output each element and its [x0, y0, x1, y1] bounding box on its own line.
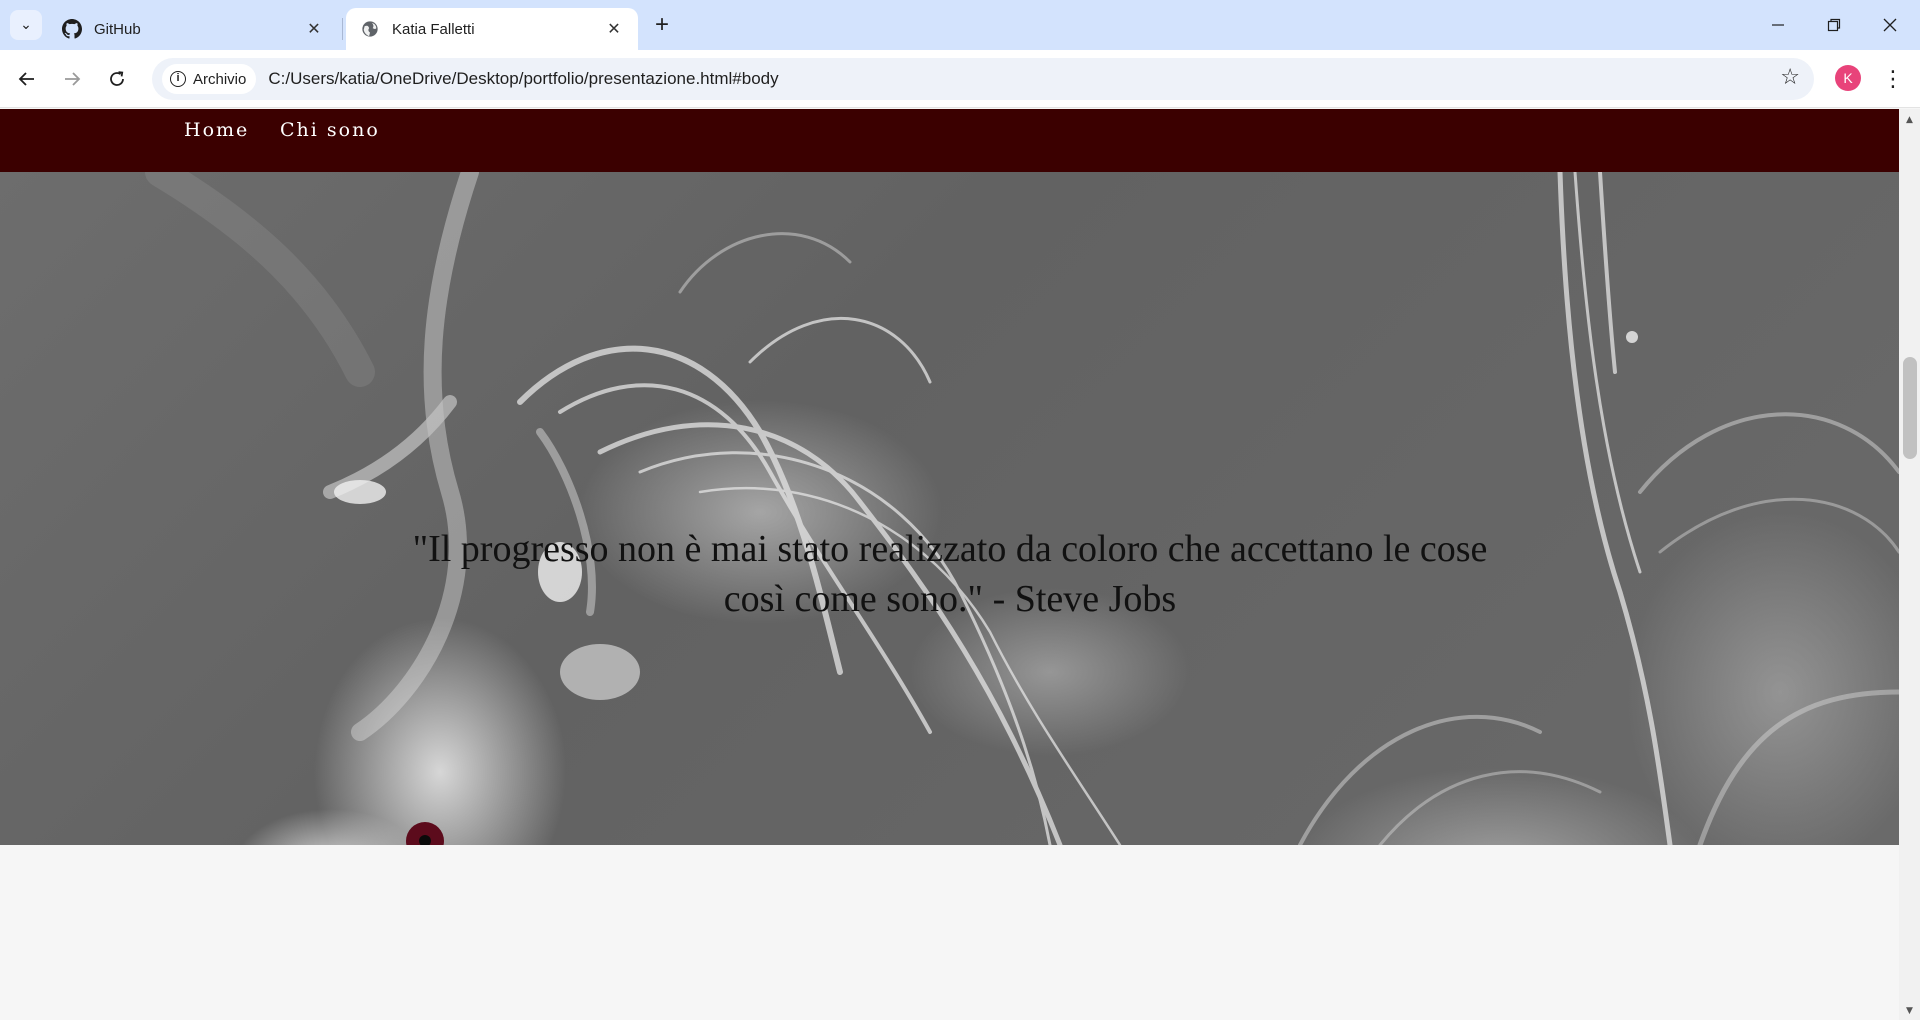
tab-github[interactable]: GitHub ✕: [48, 8, 338, 50]
bookmark-star-icon[interactable]: ☆: [1780, 67, 1800, 89]
hero-section: "Il progresso non è mai stato realizzato…: [0, 172, 1899, 845]
nav-link-home[interactable]: Home: [184, 119, 249, 141]
close-icon: [1883, 18, 1897, 32]
site-info-chip[interactable]: i Archivio: [162, 64, 257, 94]
profile-avatar[interactable]: K: [1835, 65, 1861, 91]
minimize-icon: [1772, 24, 1784, 26]
more-menu-icon[interactable]: ⋮: [1880, 63, 1906, 95]
arrow-left-icon: [18, 72, 34, 86]
tab-title: GitHub: [94, 20, 141, 38]
address-bar[interactable]: i Archivio C:/Users/katia/OneDrive/Deskt…: [152, 58, 1814, 100]
info-icon: i: [170, 71, 186, 87]
tab-katia-falletti[interactable]: Katia Falletti ✕: [346, 8, 638, 50]
close-icon[interactable]: ✕: [304, 19, 324, 39]
tab-separator: [342, 18, 343, 40]
reload-button[interactable]: [101, 63, 133, 95]
site-info-label: Archivio: [193, 70, 247, 88]
page-scrollbar[interactable]: ▲ ▼: [1899, 109, 1920, 1020]
restore-icon: [1827, 18, 1841, 32]
globe-icon: [360, 19, 380, 39]
tab-search-dropdown-button[interactable]: ⌄: [10, 10, 42, 40]
smoke-background-image: [145, 172, 1899, 845]
browser-toolbar: i Archivio C:/Users/katia/OneDrive/Deskt…: [0, 50, 1920, 108]
github-icon: [62, 19, 82, 39]
scroll-up-arrow-icon[interactable]: ▲: [1903, 113, 1916, 127]
url-text[interactable]: C:/Users/katia/OneDrive/Desktop/portfoli…: [268, 69, 778, 89]
arrow-right-icon: [65, 72, 81, 86]
close-icon[interactable]: ✕: [604, 19, 624, 39]
page-viewport: Home Chi sono "Il progresso non è mai st…: [0, 109, 1899, 1020]
close-window-button[interactable]: [1862, 0, 1918, 50]
chevron-down-icon: ⌄: [20, 17, 32, 33]
tab-strip: ⌄ GitHub ✕ Katia Falletti ✕ +: [0, 0, 1920, 50]
new-tab-button[interactable]: +: [650, 11, 674, 38]
site-navbar: Home Chi sono: [0, 109, 1899, 172]
minimize-button[interactable]: [1750, 0, 1806, 50]
back-button[interactable]: [11, 63, 43, 95]
scroll-down-arrow-icon[interactable]: ▼: [1903, 1004, 1916, 1018]
nav-link-chi-sono[interactable]: Chi sono: [280, 119, 380, 141]
restore-button[interactable]: [1806, 0, 1862, 50]
forward-button[interactable]: [56, 63, 88, 95]
hero-quote: "Il progresso non è mai stato realizzato…: [412, 528, 1488, 620]
cursor-center: [419, 835, 431, 845]
scrollbar-thumb[interactable]: [1903, 357, 1917, 459]
tab-title: Katia Falletti: [392, 20, 475, 38]
reload-icon: [110, 71, 124, 86]
